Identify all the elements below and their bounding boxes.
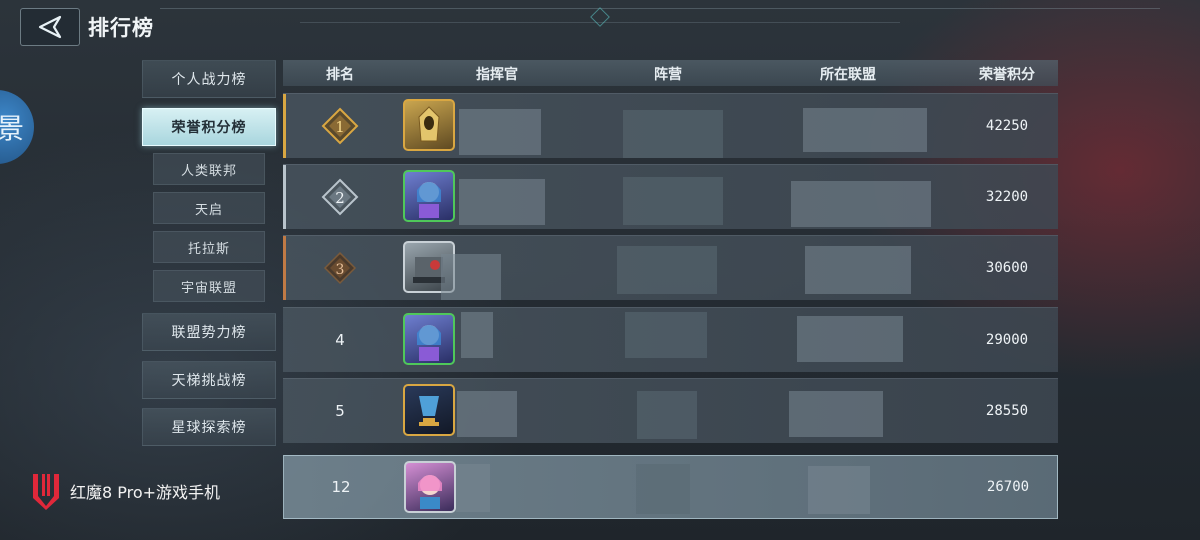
table-row[interactable]: 4 29000 <box>283 307 1058 372</box>
side-orb-glyph: 景 <box>0 112 24 145</box>
faction-redacted <box>625 312 707 358</box>
column-header-faction: 阵营 <box>654 67 682 83</box>
column-header-honor: 荣誉积分 <box>979 67 1035 83</box>
alliance-redacted <box>791 181 931 227</box>
rank-number: 2 <box>335 189 345 207</box>
honor-points: 30600 <box>985 260 1029 276</box>
top-frame <box>0 0 1200 48</box>
submenu-cosmic-alliance[interactable]: 宇宙联盟 <box>153 270 265 302</box>
alliance-redacted <box>805 246 911 294</box>
side-orb-button[interactable]: 景 <box>0 90 34 164</box>
frame-center-mark <box>590 7 610 27</box>
rank-number: 1 <box>335 118 345 136</box>
page-title: 排行榜 <box>88 16 154 40</box>
table-row[interactable]: 3 30600 <box>283 235 1058 300</box>
submenu-item-label: 宇宙联盟 <box>180 280 237 296</box>
rank-edge-silver <box>283 165 286 229</box>
menu-item-label: 星球探索榜 <box>171 420 247 436</box>
menu-item-label: 个人战力榜 <box>171 72 247 88</box>
commander-name-redacted <box>459 179 545 225</box>
rank-number: 3 <box>336 262 345 278</box>
commander-name-redacted <box>459 109 541 155</box>
menu-personal-power[interactable]: 个人战力榜 <box>142 60 276 98</box>
table-row-self[interactable]: 12 26700 <box>283 455 1058 519</box>
menu-item-label: 天梯挑战榜 <box>171 373 247 389</box>
alliance-redacted <box>803 108 927 152</box>
menu-honor-points[interactable]: 荣誉积分榜 <box>142 108 276 146</box>
rank-badge-silver-icon: 2 <box>320 177 360 217</box>
faction-redacted <box>637 391 697 439</box>
submenu-human-federation[interactable]: 人类联邦 <box>153 153 265 185</box>
alliance-redacted <box>797 316 903 362</box>
faction-redacted <box>636 464 690 514</box>
table-row[interactable]: 2 32200 <box>283 164 1058 229</box>
rank-edge-bronze <box>283 236 286 300</box>
commander-name-redacted <box>457 391 517 437</box>
honor-points: 42250 <box>985 118 1029 134</box>
rank-number: 5 <box>335 402 345 420</box>
blue-hair-girl-avatar[interactable] <box>403 313 455 365</box>
rank-badge-bronze-icon: 3 <box>320 248 360 288</box>
table-row[interactable]: 1 42250 <box>283 93 1058 158</box>
commander-name-redacted <box>461 312 493 358</box>
rank-number: 12 <box>331 478 351 496</box>
honor-points: 32200 <box>985 189 1029 205</box>
blue-hair-girl-avatar[interactable] <box>403 170 455 222</box>
rank-edge-gold <box>283 94 286 158</box>
table-header: 排名 指挥官 阵营 所在联盟 荣誉积分 <box>283 60 1058 86</box>
device-watermark: 红魔8 Pro+游戏手机 <box>30 472 220 510</box>
submenu-item-label: 托拉斯 <box>187 241 230 257</box>
menu-item-label: 联盟势力榜 <box>171 325 247 341</box>
faction-redacted <box>623 177 723 225</box>
column-header-alliance: 所在联盟 <box>820 67 876 83</box>
column-header-rank: 排名 <box>326 67 354 83</box>
column-header-commander: 指挥官 <box>476 67 518 83</box>
submenu-item-label: 天启 <box>194 202 223 218</box>
menu-item-label: 荣誉积分榜 <box>171 120 247 136</box>
honor-points: 26700 <box>986 479 1030 495</box>
menu-ladder-challenge[interactable]: 天梯挑战榜 <box>142 361 276 399</box>
frame-line <box>160 8 1160 9</box>
watermark-text: 红魔8 Pro+游戏手机 <box>70 483 221 502</box>
commander-name-redacted <box>441 254 501 300</box>
commander-name-redacted <box>456 464 490 512</box>
honor-points: 29000 <box>985 332 1029 348</box>
honor-points: 28550 <box>985 403 1029 419</box>
back-button[interactable] <box>20 8 80 46</box>
submenu-trust[interactable]: 托拉斯 <box>153 231 265 263</box>
menu-planet-exploration[interactable]: 星球探索榜 <box>142 408 276 446</box>
rank-number: 4 <box>335 331 345 349</box>
submenu-item-label: 人类联邦 <box>180 163 237 179</box>
menu-alliance-power[interactable]: 联盟势力榜 <box>142 313 276 351</box>
faction-redacted <box>617 246 717 294</box>
alliance-redacted <box>808 466 870 514</box>
table-row[interactable]: 5 28550 <box>283 378 1058 443</box>
submenu-tianqi[interactable]: 天启 <box>153 192 265 224</box>
red-magic-logo-icon <box>33 474 59 510</box>
pink-hair-girl-avatar[interactable] <box>404 461 456 513</box>
gold-helmet-avatar[interactable] <box>403 99 455 151</box>
alliance-redacted <box>789 391 883 437</box>
back-arrow-icon <box>38 15 62 39</box>
rank-badge-gold-icon: 1 <box>320 106 360 146</box>
faction-redacted <box>623 110 723 158</box>
trophy-emblem-avatar[interactable] <box>403 384 455 436</box>
